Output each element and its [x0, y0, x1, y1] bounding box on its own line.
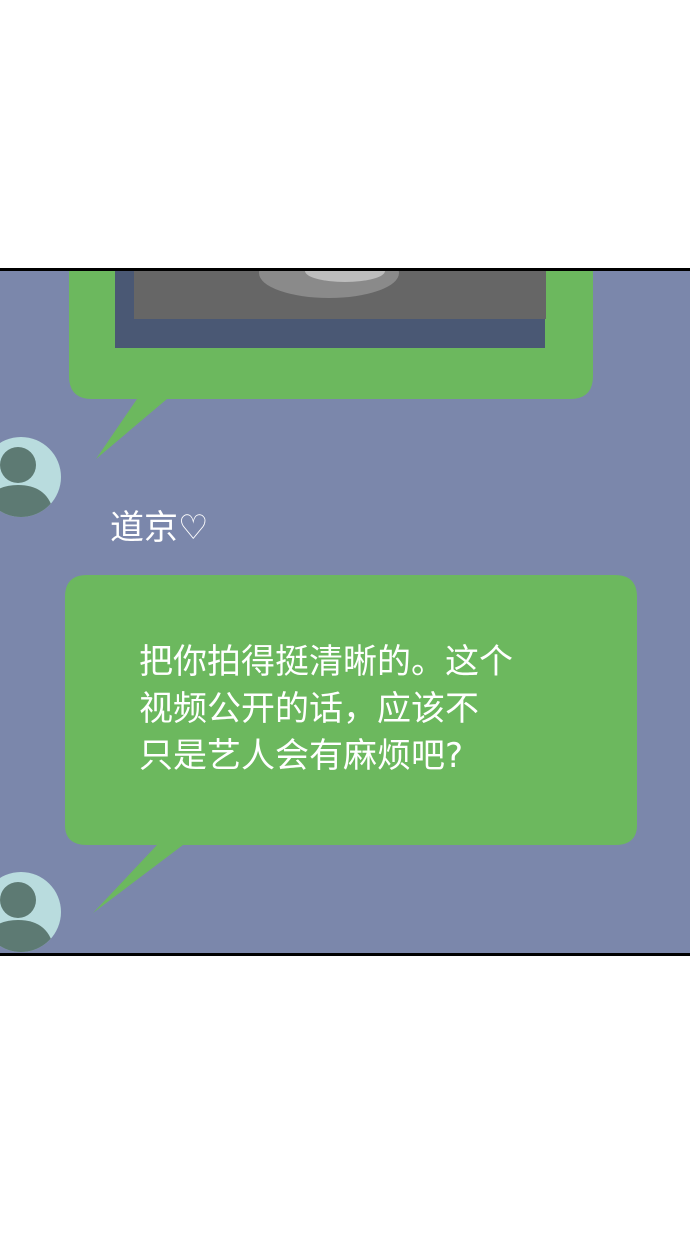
message-text: 把你拍得挺清晰的。这个 视频公开的话，应该不 只是艺人会有麻烦吧? — [139, 639, 579, 780]
message-line: 把你拍得挺清晰的。这个 — [139, 642, 513, 682]
attached-photo — [115, 271, 546, 348]
sender-name: 道京♡ — [110, 508, 209, 548]
message-line: 视频公开的话，应该不 — [139, 689, 479, 729]
avatar — [0, 872, 61, 952]
comic-panel: 道京♡ 把你拍得挺清晰的。这个 视频公开的话，应该不 只是艺人会有麻烦吧? — [0, 268, 690, 956]
image-message-bubble — [69, 271, 593, 459]
message-line: 只是艺人会有麻烦吧? — [139, 736, 464, 776]
avatar — [0, 437, 61, 517]
chat-scene — [0, 271, 637, 952]
